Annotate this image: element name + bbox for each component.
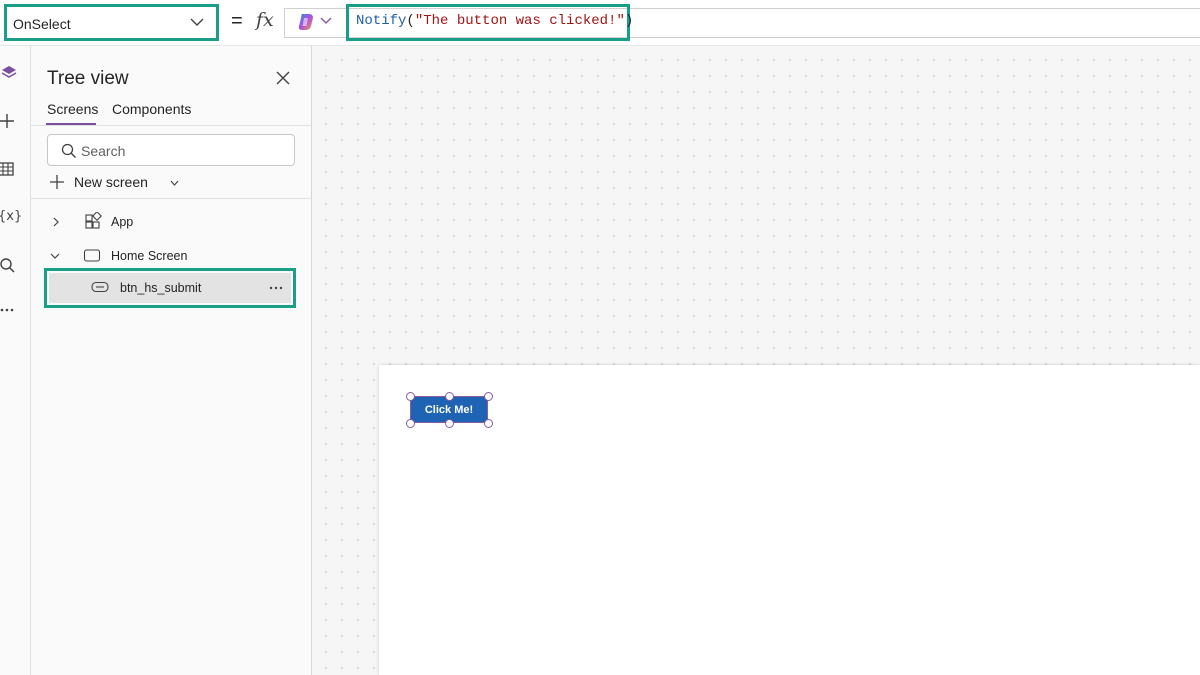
- chevron-right-icon[interactable]: [51, 217, 61, 227]
- fx-icon: fx: [256, 9, 274, 31]
- resize-handle-bottom[interactable]: [445, 419, 454, 428]
- copilot-icon[interactable]: [296, 12, 316, 32]
- plus-icon[interactable]: [0, 112, 18, 130]
- layers-icon[interactable]: [0, 64, 18, 82]
- search-box[interactable]: [47, 134, 295, 166]
- more-icon[interactable]: [0, 300, 18, 318]
- left-rail: {x}: [0, 46, 31, 675]
- tree-node-home-screen[interactable]: Home Screen: [47, 242, 297, 270]
- variables-icon[interactable]: {x}: [0, 206, 22, 224]
- tree-view-panel: Tree view Screens Components New screen …: [31, 46, 312, 675]
- tree-node-label: Home Screen: [111, 249, 188, 263]
- new-screen-label: New screen: [74, 174, 148, 190]
- tree-node-app[interactable]: App: [47, 208, 297, 236]
- resize-handle-bottom-right[interactable]: [484, 419, 493, 428]
- tree-node-label: App: [111, 215, 134, 229]
- divider: [31, 198, 312, 199]
- app-screen-home[interactable]: [379, 365, 1200, 675]
- formula-function: Notify: [356, 13, 407, 29]
- resize-handle-top-left[interactable]: [406, 392, 415, 401]
- app-icon: [85, 212, 102, 229]
- divider: [31, 125, 312, 126]
- button-control-icon: [91, 281, 109, 293]
- formula-open-paren: (: [406, 13, 415, 29]
- property-value: OnSelect: [13, 16, 71, 32]
- resize-handle-top[interactable]: [445, 392, 454, 401]
- search-icon: [61, 143, 76, 158]
- search-input[interactable]: [81, 141, 281, 161]
- resize-handle-bottom-left[interactable]: [406, 419, 415, 428]
- plus-icon: [50, 175, 64, 189]
- formula-close-paren: ): [624, 13, 634, 29]
- copilot-chevron-icon[interactable]: [320, 17, 332, 25]
- table-icon[interactable]: [0, 160, 18, 178]
- tree-view-title: Tree view: [47, 68, 129, 89]
- chevron-down-icon: [170, 180, 179, 186]
- close-icon[interactable]: [275, 70, 291, 86]
- svg-text:{x}: {x}: [0, 209, 22, 224]
- tree-node-btn-hs-submit[interactable]: btn_hs_submit: [49, 273, 291, 303]
- formula-bar: OnSelect = fx Notify("The button was cli…: [0, 0, 1200, 46]
- more-options-icon[interactable]: [268, 281, 284, 295]
- screen-icon: [83, 249, 101, 262]
- search-icon[interactable]: [0, 256, 18, 274]
- tab-components[interactable]: Components: [112, 101, 191, 117]
- equals-sign: =: [231, 10, 243, 32]
- resize-handle-top-right[interactable]: [484, 392, 493, 401]
- tree-node-label: btn_hs_submit: [120, 281, 202, 295]
- formula-string: "The button was clicked!": [414, 13, 625, 29]
- property-dropdown[interactable]: OnSelect: [4, 4, 219, 41]
- chevron-down-icon: [190, 18, 204, 26]
- tab-screens[interactable]: Screens: [47, 101, 98, 117]
- chevron-down-icon[interactable]: [50, 251, 60, 261]
- formula-text[interactable]: Notify("The button was clicked!"): [356, 13, 633, 29]
